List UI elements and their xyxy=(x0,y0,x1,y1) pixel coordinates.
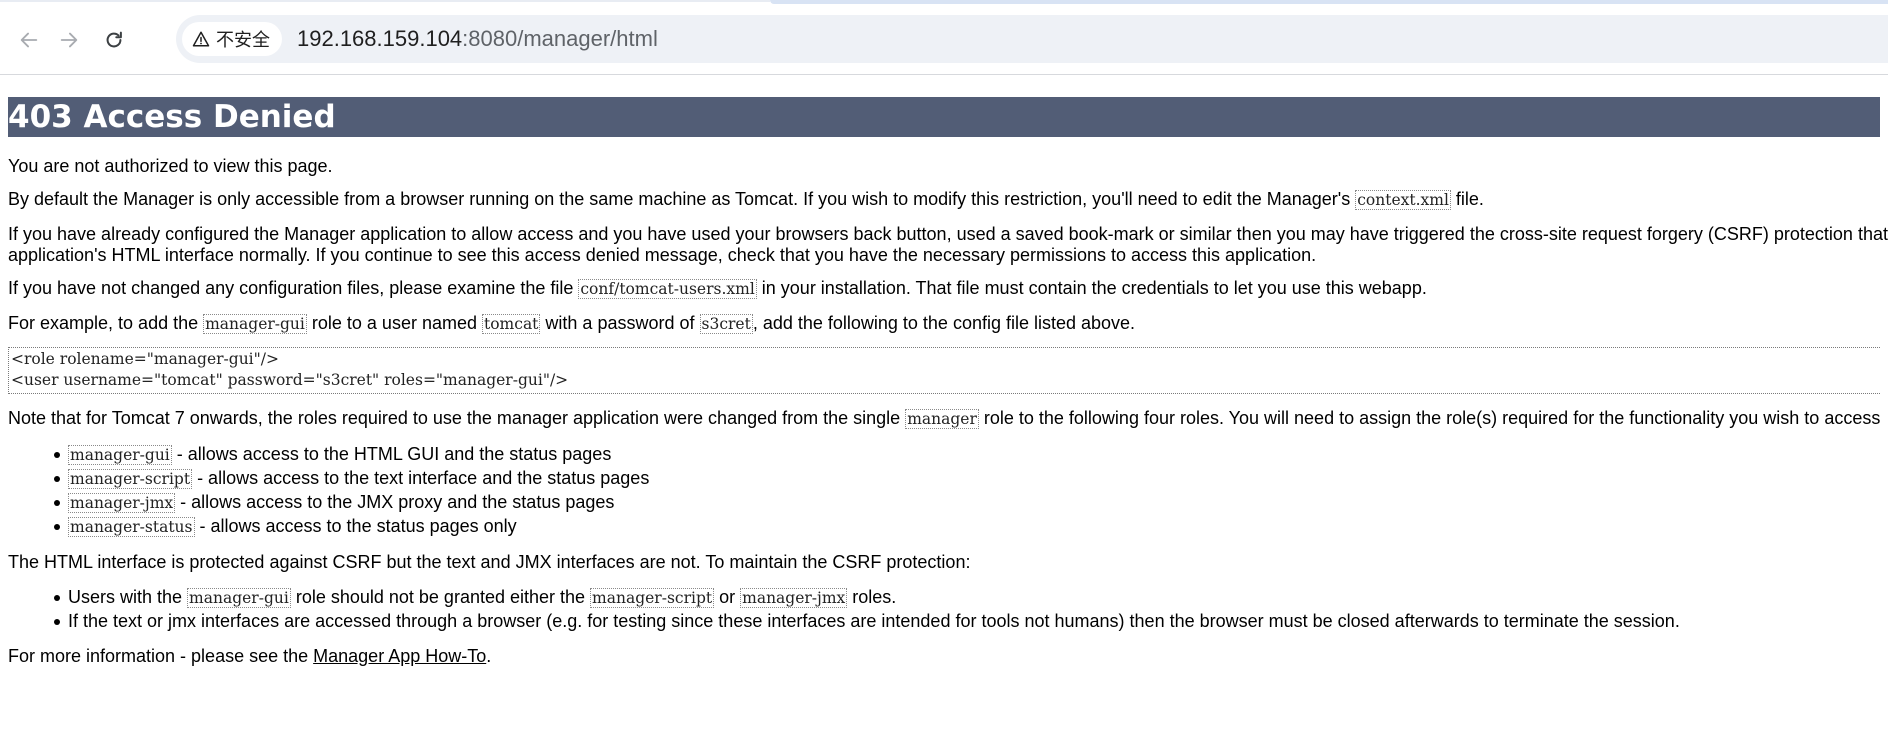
address-bar[interactable]: 不安全 192.168.159.104:8080/manager/html xyxy=(176,15,1888,63)
role-code: manager-jmx xyxy=(68,493,176,513)
role-code: manager-script xyxy=(68,469,193,489)
list-item: manager-script - allows access to the te… xyxy=(54,467,1880,491)
list-item: If the text or jmx interfaces are access… xyxy=(54,610,1880,633)
manager-how-to-link[interactable]: Manager App How-To xyxy=(313,646,486,666)
paragraph-config-files: If you have not changed any configuratio… xyxy=(8,278,1880,300)
roles-list: manager-gui - allows access to the HTML … xyxy=(8,443,1880,539)
snippet-line-role: <role rolename="manager-gui"/> xyxy=(11,350,279,368)
paragraph-tomcat7-roles: Note that for Tomcat 7 onwards, the role… xyxy=(8,408,1880,430)
tab-strip-edge xyxy=(0,0,770,2)
active-tab-edge[interactable] xyxy=(770,0,1888,4)
text-line: application's HTML interface normally. I… xyxy=(8,245,1317,265)
code-manager-jmx: manager-jmx xyxy=(740,588,848,608)
role-description: - allows access to the JMX proxy and the… xyxy=(175,492,615,512)
code-manager-gui: manager-gui xyxy=(203,314,307,334)
text-span: in your installation. That file must con… xyxy=(756,278,1427,298)
text-span: . xyxy=(486,646,492,666)
text-span: For more information - please see the xyxy=(8,646,314,666)
list-item: manager-gui - allows access to the HTML … xyxy=(54,443,1880,467)
paragraph-default-access: By default the Manager is only accessibl… xyxy=(8,189,1880,211)
role-description: - allows access to the text interface an… xyxy=(192,468,650,488)
list-item: manager-jmx - allows access to the JMX p… xyxy=(54,491,1880,515)
code-manager-script: manager-script xyxy=(590,588,715,608)
warning-triangle-icon xyxy=(192,31,210,47)
text-span: For example, to add the xyxy=(8,313,204,333)
text-span: Users with the xyxy=(68,587,188,607)
text-span: with a password of xyxy=(540,313,700,333)
config-snippet: <role rolename="manager-gui"/> <user use… xyxy=(8,347,1880,394)
forward-button[interactable] xyxy=(51,22,87,58)
forward-arrow-icon xyxy=(60,32,78,48)
text-span: role to a user named xyxy=(306,313,482,333)
reload-button[interactable] xyxy=(96,22,132,58)
paragraph-csrf-intro: If you have already configured the Manag… xyxy=(8,224,1888,266)
code-s3cret: s3cret xyxy=(699,314,753,334)
text-span: Note that for Tomcat 7 onwards, the role… xyxy=(8,408,906,428)
back-button[interactable] xyxy=(11,22,47,58)
code-tomcat-users-xml: conf/tomcat-users.xml xyxy=(578,279,757,299)
code-context-xml: context.xml xyxy=(1355,190,1451,210)
text-span: , add the following to the config file l… xyxy=(752,313,1136,333)
list-item: manager-status - allows access to the st… xyxy=(54,515,1880,539)
paragraph-csrf-protection: The HTML interface is protected against … xyxy=(8,552,971,572)
security-label: 不安全 xyxy=(216,30,270,51)
url-host: 192.168.159.104 xyxy=(297,26,463,51)
paragraph-more-info: For more information - please see the Ma… xyxy=(8,646,1880,667)
role-description: - allows access to the status pages only xyxy=(194,516,517,536)
role-description: - allows access to the HTML GUI and the … xyxy=(171,444,612,464)
paragraph-example: For example, to add the manager-gui role… xyxy=(8,313,1880,335)
text-span: or xyxy=(714,587,741,607)
list-item: Users with the manager-gui role should n… xyxy=(54,586,1880,610)
back-arrow-icon xyxy=(20,32,38,48)
page-content: 403 Access Denied You are not authorized… xyxy=(0,97,1888,667)
role-code: manager-gui xyxy=(68,445,172,465)
text-span: file. xyxy=(1450,189,1484,209)
url-text[interactable]: 192.168.159.104:8080/manager/html xyxy=(297,25,658,53)
text-line: If you have already configured the Manag… xyxy=(8,224,1888,244)
paragraph-not-authorized: You are not authorized to view this page… xyxy=(8,156,333,176)
security-indicator[interactable]: 不安全 xyxy=(182,22,282,56)
text-span: role to the following four roles. You wi… xyxy=(978,408,1881,428)
text-span: roles. xyxy=(847,587,897,607)
code-manager: manager xyxy=(905,409,979,429)
browser-toolbar: 不安全 192.168.159.104:8080/manager/html xyxy=(0,0,1888,75)
text-span: If you have not changed any configuratio… xyxy=(8,278,579,298)
reload-icon xyxy=(106,31,122,48)
code-tomcat: tomcat xyxy=(482,314,541,334)
text-span: role should not be granted either the xyxy=(290,587,591,607)
page-title: 403 Access Denied xyxy=(8,97,1880,137)
url-path: :8080/manager/html xyxy=(462,26,658,51)
text-span: By default the Manager is only accessibl… xyxy=(8,189,1356,209)
code-manager-gui: manager-gui xyxy=(187,588,291,608)
csrf-rules-list: Users with the manager-gui role should n… xyxy=(8,586,1880,633)
role-code: manager-status xyxy=(68,517,195,537)
snippet-line-user: <user username="tomcat" password="s3cret… xyxy=(11,371,569,389)
